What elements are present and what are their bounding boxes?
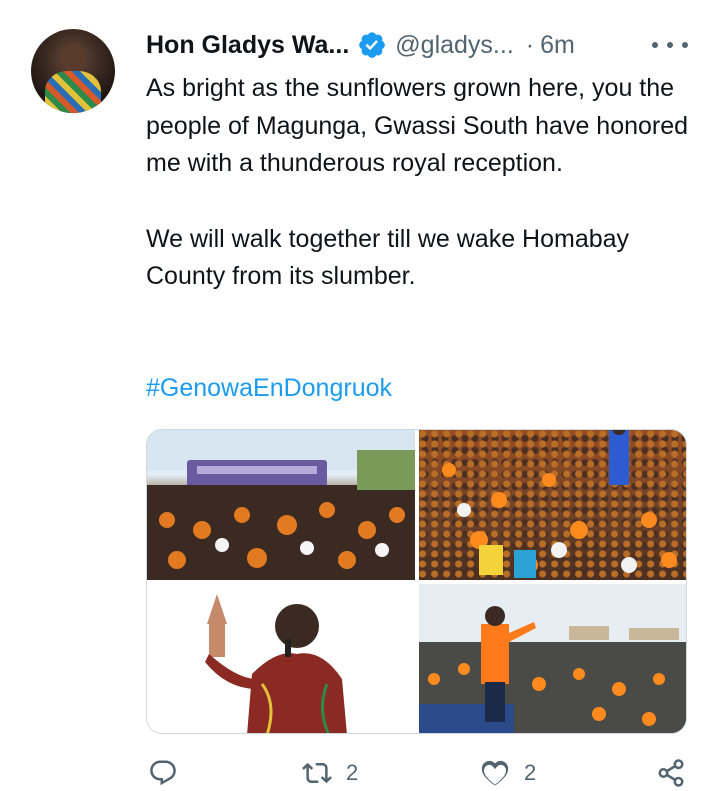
verified-badge-icon (359, 32, 386, 58)
more-dot (667, 42, 673, 48)
tweet-paragraph-2: We will walk together till we wake Homab… (146, 224, 630, 291)
retweet-button[interactable]: 2 (302, 758, 358, 788)
photo-speaker-raised-hand[interactable] (147, 584, 415, 733)
tweet-header: Hon Gladys Wa... @gladys... · 6m (146, 28, 575, 62)
like-count: 2 (524, 760, 537, 785)
retweet-icon (302, 762, 332, 784)
hashtag-link[interactable]: #GenowaEnDongruok (146, 370, 392, 408)
author-handle[interactable]: @gladys... (395, 31, 513, 60)
photo-rally-crowd-bus[interactable] (147, 430, 415, 580)
reply-icon (150, 760, 176, 786)
action-bar: 2 2 (146, 758, 691, 788)
tweet-time[interactable]: 6m (540, 31, 575, 60)
separator-dot: · (525, 30, 535, 59)
share-button[interactable] (656, 758, 686, 788)
like-button[interactable]: 2 (480, 758, 536, 788)
more-icon[interactable] (652, 38, 688, 52)
more-dot (682, 42, 688, 48)
avatar[interactable] (31, 29, 115, 113)
photo-speaker-on-stage-crowd[interactable] (419, 584, 686, 733)
avatar-face (61, 43, 85, 71)
photo-speaker-on-stage-crowd-art (419, 584, 686, 733)
avatar-dress (45, 71, 101, 113)
author-name[interactable]: Hon Gladys Wa... (146, 31, 349, 60)
tweet-paragraph-1: As bright as the sunflowers grown here, … (146, 74, 689, 177)
retweet-count: 2 (346, 760, 359, 785)
like-icon (481, 760, 509, 786)
share-icon (658, 759, 684, 787)
photo-rally-crowd-bus-art (147, 430, 415, 580)
photo-speaker-raised-hand-art (147, 584, 415, 733)
photo-rally-crowd-aerial-art (419, 430, 686, 580)
reply-button[interactable] (148, 758, 192, 788)
media-grid (146, 429, 687, 734)
photo-rally-crowd-aerial[interactable] (419, 430, 686, 580)
more-dot (652, 42, 658, 48)
tweet-text: As bright as the sunflowers grown here, … (146, 70, 706, 296)
